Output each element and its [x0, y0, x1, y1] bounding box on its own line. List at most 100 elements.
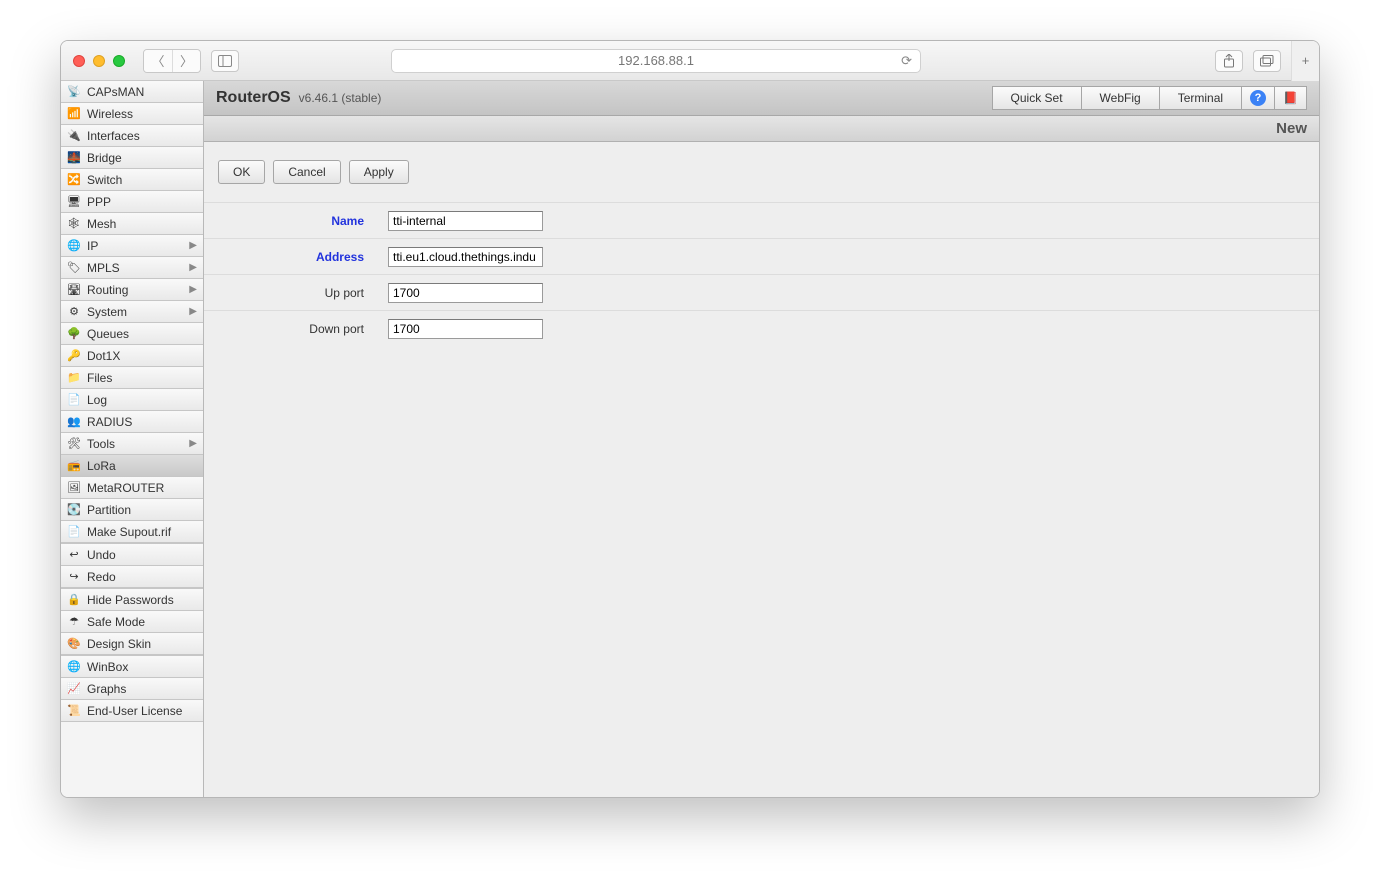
- zoom-window-button[interactable]: [113, 55, 125, 67]
- sidebar-item-redo[interactable]: ↪Redo: [61, 566, 203, 588]
- sidebar-item-label: Routing: [87, 283, 183, 297]
- nav-buttons: 〈 〉: [143, 49, 201, 73]
- sidebar-item-safe-mode[interactable]: ☂Safe Mode: [61, 611, 203, 633]
- new-tab-button[interactable]: +: [1291, 41, 1319, 81]
- routing-icon: 🛣: [67, 283, 81, 297]
- sidebar-item-label: Log: [87, 393, 197, 407]
- sidebar-item-label: Hide Passwords: [87, 593, 197, 607]
- chevron-right-icon: ▶: [189, 284, 197, 295]
- input-address[interactable]: [388, 247, 543, 267]
- sidebar-item-label: WinBox: [87, 660, 197, 674]
- ok-button[interactable]: OK: [218, 160, 265, 184]
- chevron-right-icon: ▶: [189, 262, 197, 273]
- button-label: Apply: [364, 165, 394, 179]
- browser-toolbar: 〈 〉 192.168.88.1 ⟳ +: [61, 41, 1319, 81]
- sidebar-item-undo[interactable]: ↩Undo: [61, 544, 203, 566]
- sub-header: New: [204, 116, 1319, 142]
- sidebar-item-dot1x[interactable]: 🔑Dot1X: [61, 345, 203, 367]
- app-version: v6.46.1 (stable): [299, 91, 382, 105]
- sidebar-item-mesh[interactable]: 🕸Mesh: [61, 213, 203, 235]
- sidebar-icon: [218, 55, 232, 67]
- sidebar-item-label: CAPsMAN: [87, 85, 197, 99]
- reload-icon[interactable]: ⟳: [901, 53, 912, 69]
- tab-quick-set[interactable]: Quick Set: [992, 86, 1082, 110]
- log-icon: 📄: [67, 393, 81, 407]
- cancel-button[interactable]: Cancel: [273, 160, 340, 184]
- sidebar-item-winbox[interactable]: 🌐WinBox: [61, 656, 203, 678]
- share-button[interactable]: [1215, 50, 1243, 72]
- sidebar-item-metarouter[interactable]: 🖼MetaROUTER: [61, 477, 203, 499]
- tab-webfig[interactable]: WebFig: [1082, 86, 1160, 110]
- sidebar-item-lora[interactable]: 📻LoRa: [61, 455, 203, 477]
- sidebar-item-log[interactable]: 📄 Log: [61, 389, 203, 411]
- form-row-address: Address: [204, 238, 1319, 274]
- sidebar-item-label: Undo: [87, 548, 197, 562]
- umbrella-icon: ☂: [67, 615, 81, 629]
- chevron-left-icon: 〈: [151, 51, 164, 70]
- button-row: OK Cancel Apply: [204, 154, 1319, 202]
- switch-icon: 🔀: [67, 173, 81, 187]
- content-area: 📡 CAPsMAN 📶Wireless 🔌Interfaces 🌉Bridge 🔀…: [61, 81, 1319, 797]
- close-window-button[interactable]: [73, 55, 85, 67]
- sidebar-item-wireless[interactable]: 📶Wireless: [61, 103, 203, 125]
- apply-button[interactable]: Apply: [349, 160, 409, 184]
- app-title: RouterOS: [216, 89, 291, 107]
- sidebar-item-ip[interactable]: 🌐IP▶: [61, 235, 203, 257]
- sidebar-item-label: Dot1X: [87, 349, 197, 363]
- chart-icon: 📈: [67, 682, 81, 696]
- sidebar-toggle-button[interactable]: [211, 50, 239, 72]
- sidebar-item-hide-passwords[interactable]: 🔒 Hide Passwords: [61, 589, 203, 611]
- sidebar-item-switch[interactable]: 🔀 Switch: [61, 169, 203, 191]
- tabs-button[interactable]: [1253, 50, 1281, 72]
- sidebar: 📡 CAPsMAN 📶Wireless 🔌Interfaces 🌉Bridge 🔀…: [61, 81, 204, 797]
- sidebar-item-interfaces[interactable]: 🔌Interfaces: [61, 125, 203, 147]
- sidebar-item-system[interactable]: ⚙System▶: [61, 301, 203, 323]
- sidebar-item-radius[interactable]: 👥RADIUS: [61, 411, 203, 433]
- sidebar-item-mpls[interactable]: 🏷MPLS▶: [61, 257, 203, 279]
- forward-button[interactable]: 〉: [172, 50, 200, 72]
- sidebar-item-ppp[interactable]: 🖥 PPP: [61, 191, 203, 213]
- minimize-window-button[interactable]: [93, 55, 105, 67]
- share-icon: [1223, 54, 1235, 68]
- sidebar-item-supout[interactable]: 📄Make Supout.rif: [61, 521, 203, 543]
- input-name[interactable]: [388, 211, 543, 231]
- tools-icon: 🛠: [67, 437, 81, 451]
- password-icon: 🔒: [67, 593, 81, 607]
- sidebar-item-label: PPP: [87, 195, 197, 209]
- ppp-icon: 🖥: [67, 195, 81, 209]
- sidebar-item-end-user-license[interactable]: 📜End-User License: [61, 700, 203, 722]
- antenna-icon: 📡: [67, 85, 81, 99]
- url-text: 192.168.88.1: [618, 53, 694, 68]
- sidebar-item-bridge[interactable]: 🌉Bridge: [61, 147, 203, 169]
- label-upport: Up port: [218, 286, 388, 300]
- sidebar-item-label: Switch: [87, 173, 197, 187]
- label-downport: Down port: [218, 322, 388, 336]
- header-tabs: Quick Set WebFig Terminal ? 📕: [992, 86, 1307, 110]
- back-button[interactable]: 〈: [144, 50, 172, 72]
- sidebar-item-label: Files: [87, 371, 197, 385]
- sidebar-item-label: MetaROUTER: [87, 481, 197, 495]
- lora-icon: 📻: [67, 459, 81, 473]
- form-row-downport: Down port: [204, 310, 1319, 346]
- partition-icon: 💽: [67, 503, 81, 517]
- label-name[interactable]: Name: [218, 214, 388, 228]
- sidebar-item-routing[interactable]: 🛣 Routing ▶: [61, 279, 203, 301]
- sidebar-item-queues[interactable]: 🌳Queues: [61, 323, 203, 345]
- tab-label: WebFig: [1100, 91, 1141, 105]
- sidebar-item-tools[interactable]: 🛠Tools▶: [61, 433, 203, 455]
- address-bar[interactable]: 192.168.88.1 ⟳: [391, 49, 921, 73]
- input-downport[interactable]: [388, 319, 543, 339]
- traffic-lights: [73, 55, 125, 67]
- logout-button[interactable]: 📕: [1275, 86, 1307, 110]
- sidebar-item-graphs[interactable]: 📈Graphs: [61, 678, 203, 700]
- help-button[interactable]: ?: [1242, 86, 1275, 110]
- tab-terminal[interactable]: Terminal: [1160, 86, 1242, 110]
- sidebar-item-files[interactable]: 📁Files: [61, 367, 203, 389]
- sidebar-item-design-skin[interactable]: 🎨Design Skin: [61, 633, 203, 655]
- tabs-icon: [1260, 55, 1274, 67]
- sidebar-item-partition[interactable]: 💽Partition: [61, 499, 203, 521]
- input-upport[interactable]: [388, 283, 543, 303]
- sidebar-item-capsman[interactable]: 📡 CAPsMAN: [61, 81, 203, 103]
- sidebar-group-main: 📡 CAPsMAN 📶Wireless 🔌Interfaces 🌉Bridge 🔀…: [61, 81, 203, 543]
- label-address[interactable]: Address: [218, 250, 388, 264]
